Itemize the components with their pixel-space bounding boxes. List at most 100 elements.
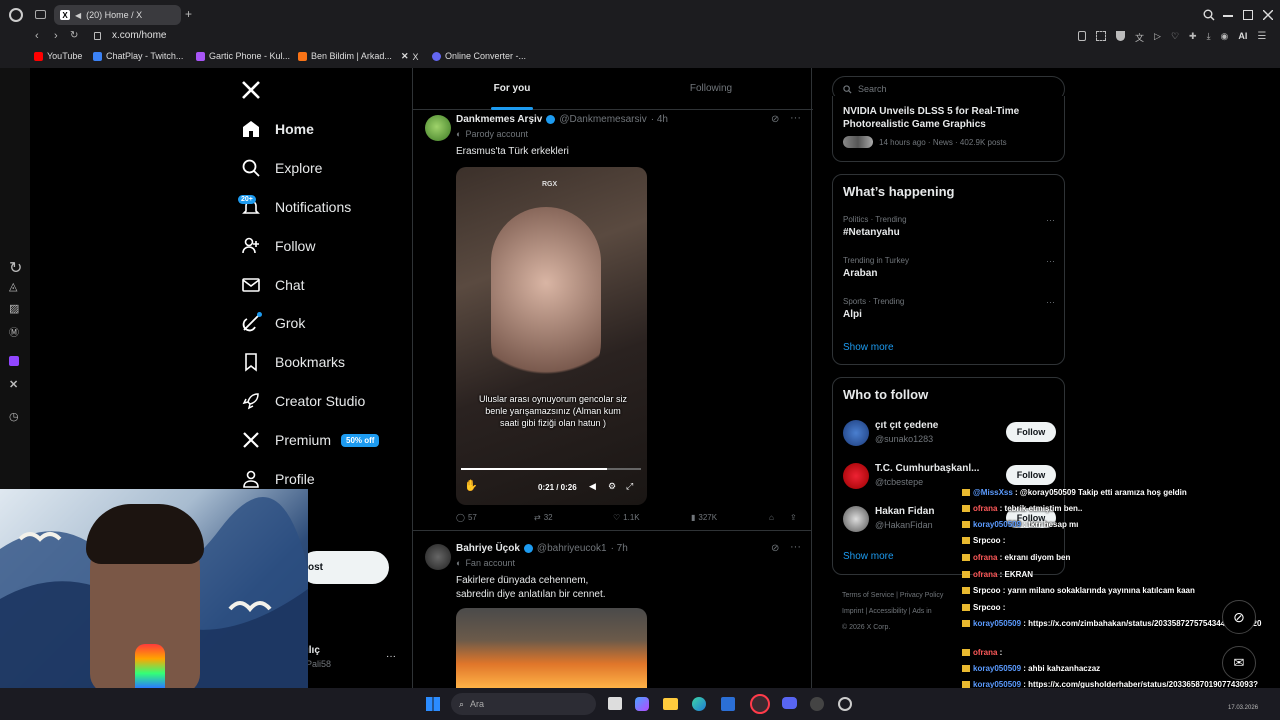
- like-button[interactable]: ♡ 1.1K: [613, 513, 640, 522]
- more-icon[interactable]: ···: [386, 651, 396, 662]
- post-bahriye[interactable]: Bahriye Üçok @bahriyeucok1 · 7h ◐ Fan ac…: [413, 540, 812, 690]
- post-time[interactable]: · 7h: [611, 543, 628, 554]
- trend-more-icon[interactable]: ···: [1046, 297, 1055, 307]
- messenger-icon[interactable]: Ⓜ: [9, 324, 22, 339]
- post-image[interactable]: [456, 608, 647, 688]
- volume-icon[interactable]: ◀: [589, 481, 596, 492]
- nav-creator-studio[interactable]: Creator Studio: [241, 391, 365, 411]
- repost-button[interactable]: ⇄ 32: [534, 513, 553, 522]
- bookmark-youtube[interactable]: YouTube: [34, 51, 82, 61]
- suggestion-row[interactable]: çıt çıt çedene @sunako1283 Follow: [833, 418, 1066, 448]
- x-logo-icon[interactable]: [242, 81, 260, 99]
- nav-explore[interactable]: Explore: [241, 158, 322, 178]
- post-dankmemes[interactable]: Dankmemes Arşiv @Dankmemesarsiv · 4h ◐ P…: [413, 111, 812, 531]
- trend-more-icon[interactable]: ···: [1046, 256, 1055, 266]
- clock-icon[interactable]: ◷: [9, 410, 22, 423]
- maximize-icon[interactable]: [1243, 10, 1253, 20]
- tab-following[interactable]: Following: [611, 68, 811, 110]
- opera-taskbar-icon[interactable]: [750, 694, 770, 714]
- post-more-icon[interactable]: ···: [790, 112, 801, 124]
- download-icon[interactable]: ⤓: [1207, 31, 1211, 44]
- heart-icon[interactable]: ♡: [1171, 31, 1179, 44]
- reply-button[interactable]: ◯ 57: [456, 513, 477, 522]
- nav-premium[interactable]: Premium 50% off: [241, 430, 380, 450]
- video-player[interactable]: RGX Uluslar arası oynuyorum gencolar siz…: [456, 167, 647, 505]
- pin-icon[interactable]: [1078, 31, 1086, 41]
- aria-icon[interactable]: ◬: [9, 280, 22, 293]
- author-name[interactable]: Dankmemes Arşiv: [456, 114, 542, 125]
- nav-notifications[interactable]: Notifications: [241, 197, 351, 217]
- nav-home[interactable]: Home: [241, 119, 314, 139]
- follow-button[interactable]: Follow: [1006, 422, 1056, 442]
- trend-item[interactable]: Sports · Trending Alpi ···: [843, 297, 1055, 320]
- workspaces-icon[interactable]: [35, 10, 46, 19]
- store-icon[interactable]: [721, 697, 735, 711]
- footer-terms[interactable]: Terms of Service: [842, 592, 894, 599]
- translate-icon[interactable]: 文: [1135, 31, 1144, 44]
- author-handle[interactable]: @bahriyeucok1: [537, 543, 607, 554]
- avatar[interactable]: [425, 115, 451, 141]
- views-button[interactable]: ▮ 327K: [691, 513, 717, 522]
- nav-follow[interactable]: Follow: [241, 236, 315, 256]
- messages-float-button[interactable]: ✉: [1222, 646, 1256, 680]
- footer-imprint[interactable]: Imprint: [842, 608, 863, 615]
- post-button[interactable]: ost: [300, 551, 389, 584]
- close-icon[interactable]: [1263, 10, 1273, 20]
- show-more-link[interactable]: Show more: [843, 342, 894, 353]
- forward-icon[interactable]: ›: [54, 30, 58, 42]
- bookmark-gartic[interactable]: Gartic Phone - Kul...: [196, 51, 290, 61]
- show-more-link[interactable]: Show more: [843, 551, 894, 562]
- reload-icon[interactable]: ↻: [70, 30, 78, 41]
- tab-for-you[interactable]: For you: [413, 68, 611, 110]
- extensions-icon[interactable]: ✚: [1189, 31, 1197, 44]
- author-handle[interactable]: @Dankmemesarsiv: [559, 114, 646, 125]
- shield-icon[interactable]: [1116, 31, 1125, 41]
- bookmark-post-icon[interactable]: ⌂: [769, 513, 774, 522]
- follow-button[interactable]: Follow: [1006, 465, 1056, 485]
- footer-privacy[interactable]: Privacy Policy: [900, 592, 944, 599]
- play-pause-icon[interactable]: ✋: [464, 479, 478, 492]
- settings-icon[interactable]: ⚙: [608, 481, 616, 492]
- avatar[interactable]: [425, 544, 451, 570]
- edge-icon[interactable]: [692, 697, 706, 711]
- fullscreen-icon[interactable]: ⤢: [626, 481, 633, 492]
- back-icon[interactable]: ‹: [35, 30, 39, 42]
- app-icon[interactable]: [838, 697, 852, 711]
- player-icon[interactable]: ▷: [1154, 31, 1161, 44]
- file-explorer-icon[interactable]: [663, 698, 678, 710]
- bookmark-x[interactable]: ✕ X: [401, 51, 419, 62]
- twitch-icon[interactable]: [9, 356, 19, 366]
- nav-chat[interactable]: Chat: [241, 275, 305, 295]
- post-time[interactable]: · 4h: [651, 114, 668, 125]
- opera-logo-icon[interactable]: [9, 8, 23, 22]
- new-tab-icon[interactable]: +: [185, 7, 192, 21]
- share-icon[interactable]: ⇪: [790, 513, 797, 522]
- account-switcher[interactable]: ılıç Pali58 ···: [306, 645, 406, 673]
- ai-button[interactable]: AI: [1238, 31, 1247, 44]
- trend-more-icon[interactable]: ···: [1046, 215, 1055, 225]
- trend-item[interactable]: Trending in Turkey Araban ···: [843, 256, 1055, 279]
- footer-ads[interactable]: Ads in: [912, 608, 931, 615]
- bookmark-chatplay[interactable]: ChatPlay - Twitch...: [93, 51, 183, 61]
- author-name[interactable]: Bahriye Üçok: [456, 543, 520, 554]
- trend-item[interactable]: Politics · Trending #Netanyahu ···: [843, 215, 1055, 238]
- footer-accessibility[interactable]: Accessibility: [869, 608, 907, 615]
- bookmark-converter[interactable]: Online Converter -...: [432, 51, 526, 61]
- bookmark-benbildim[interactable]: Ben Bildim | Arkad...: [298, 51, 392, 61]
- menu-icon[interactable]: ☰: [1257, 31, 1266, 44]
- minimize-icon[interactable]: [1223, 15, 1233, 17]
- news-card[interactable]: NVIDIA Unveils DLSS 5 for Real-Time Phot…: [832, 96, 1065, 162]
- pinboard-icon[interactable]: ▨: [9, 302, 22, 315]
- task-view-icon[interactable]: [608, 697, 622, 710]
- obs-icon[interactable]: [810, 697, 824, 711]
- nav-grok[interactable]: Grok: [241, 313, 305, 333]
- account-icon[interactable]: ◉: [1221, 31, 1229, 44]
- nav-bookmarks[interactable]: Bookmarks: [241, 352, 345, 372]
- grok-post-icon[interactable]: ⊘: [771, 543, 779, 554]
- copilot-icon[interactable]: [635, 697, 649, 711]
- history-icon[interactable]: ↻: [9, 258, 22, 277]
- taskbar-search[interactable]: ⌕ Ara: [451, 693, 596, 715]
- post-more-icon[interactable]: ···: [790, 541, 801, 553]
- windows-start-icon[interactable]: [426, 697, 440, 711]
- nav-profile[interactable]: Profile: [241, 469, 315, 489]
